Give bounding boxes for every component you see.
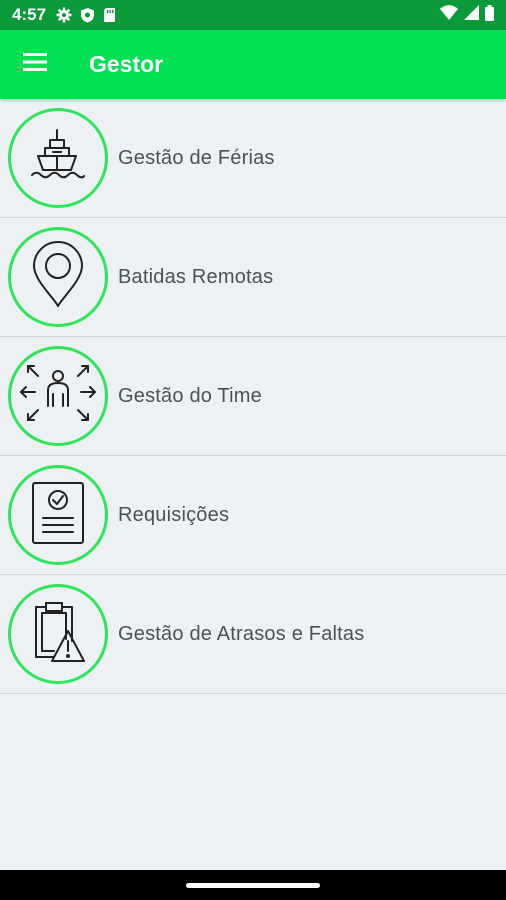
list-item-batidas-remotas[interactable]: Batidas Remotas [0, 218, 506, 337]
icon-circle [8, 346, 108, 446]
home-indicator[interactable] [186, 882, 320, 888]
status-bar: 4:57 [0, 0, 506, 30]
list-item-label: Batidas Remotas [118, 265, 274, 288]
app-bar: Gestor [0, 30, 506, 99]
list-item-label: Gestão de Atrasos e Faltas [118, 622, 365, 645]
icon-circle [8, 227, 108, 327]
list-item-gestao-time[interactable]: Gestão do Time [0, 337, 506, 456]
status-time: 4:57 [12, 5, 47, 24]
hamburger-menu-icon [23, 53, 47, 76]
system-nav-bar [0, 870, 506, 900]
list-item-gestao-atrasos-faltas[interactable]: Gestão de Atrasos e Faltas [0, 575, 506, 694]
list-item-label: Gestão de Férias [118, 146, 275, 169]
list-item-label: Requisições [118, 503, 230, 526]
page-title: Gestor [89, 51, 164, 77]
battery-icon [485, 4, 494, 26]
document-check-icon [29, 480, 87, 551]
icon-circle [8, 584, 108, 684]
ship-icon [26, 124, 90, 193]
signal-icon [464, 5, 479, 25]
clipboard-warning-icon [28, 599, 88, 670]
list-item-requisicoes[interactable]: Requisições [0, 456, 506, 575]
icon-circle [8, 108, 108, 208]
menu-button[interactable] [0, 30, 70, 99]
gear-icon [56, 7, 72, 23]
wifi-icon [440, 5, 458, 25]
menu-list: Gestão de Férias Batidas Remotas Gestão … [0, 99, 506, 694]
map-pin-icon [26, 240, 90, 315]
icon-circle [8, 465, 108, 565]
list-item-label: Gestão do Time [118, 384, 262, 407]
team-expand-icon [18, 362, 98, 431]
shield-icon [80, 7, 95, 23]
list-item-gestao-ferias[interactable]: Gestão de Férias [0, 99, 506, 218]
sd-card-icon [103, 7, 116, 23]
